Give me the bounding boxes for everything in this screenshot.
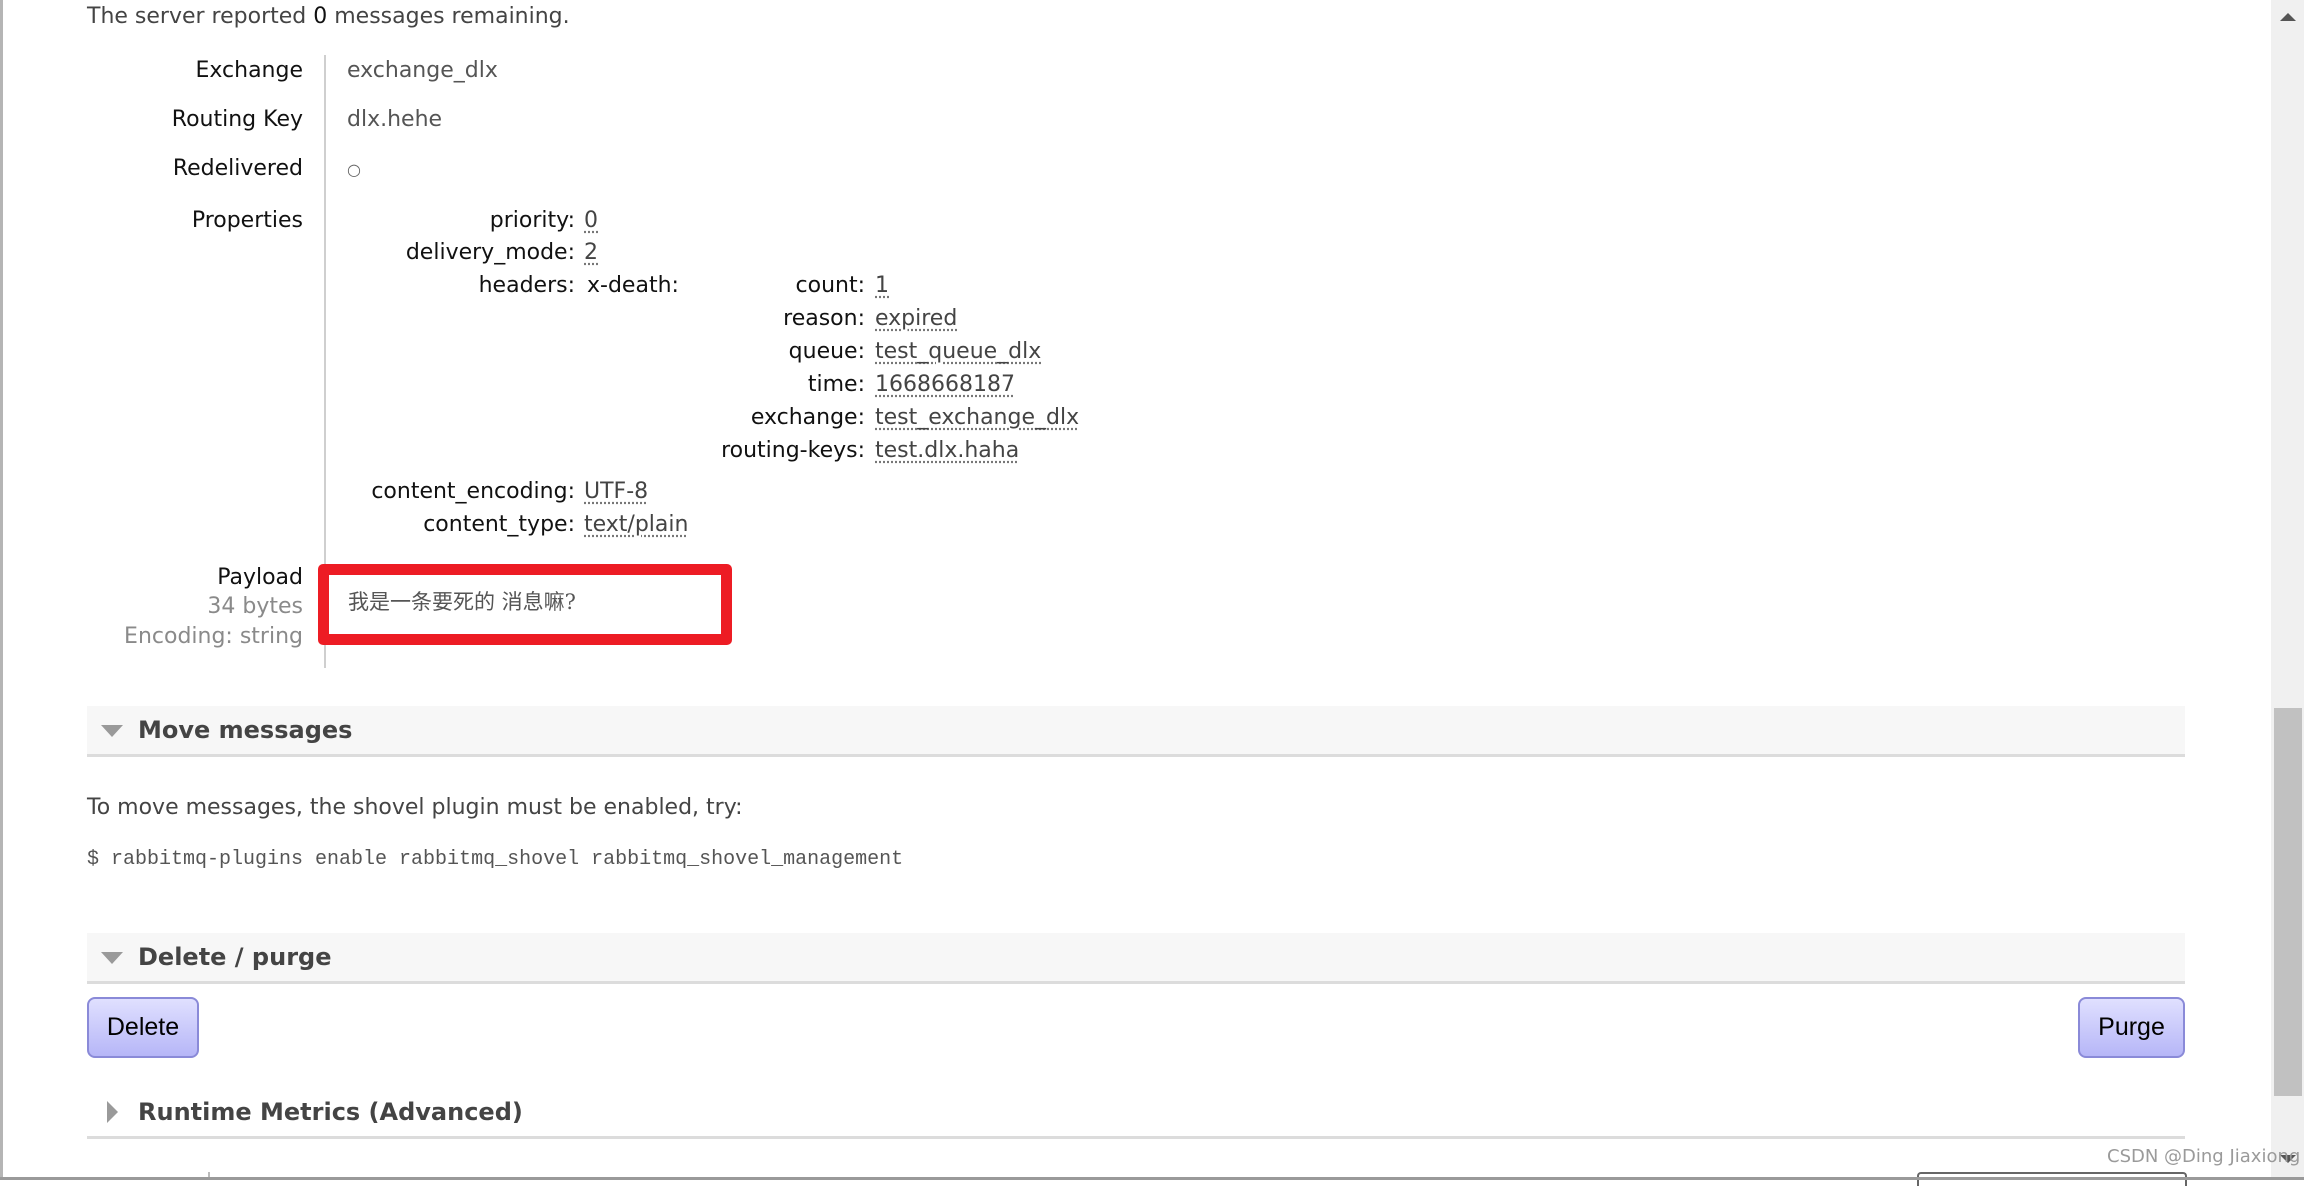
payload-encoding: Encoding: string	[124, 624, 303, 649]
x-death-queue-value: test_queue_dlx	[875, 339, 1042, 364]
x-death-exchange-value: test_exchange_dlx	[875, 405, 1080, 430]
x-death-count-value: 1	[875, 273, 889, 298]
delete-purge-section-header[interactable]: Delete / purge	[87, 933, 2185, 984]
scrollbar-thumb[interactable]	[2274, 708, 2302, 1096]
remaining-count: 0	[313, 4, 328, 29]
payload-label: Payload	[217, 565, 303, 590]
routing-key-label: Routing Key	[171, 107, 303, 132]
collapse-triangle-icon	[101, 725, 123, 737]
move-messages-section-header[interactable]: Move messages	[87, 706, 2185, 757]
content-encoding-value: UTF-8	[584, 479, 649, 504]
expand-triangle-icon	[107, 1101, 118, 1123]
headers-key: headers:	[478, 273, 575, 298]
content-type-value: text/plain	[584, 512, 689, 537]
x-death-reason-key: reason:	[783, 306, 865, 331]
window-left-edge	[0, 0, 3, 1178]
delivery-mode-key: delivery_mode:	[405, 240, 575, 265]
routing-key-value: dlx.hehe	[347, 107, 443, 132]
x-death-time-key: time:	[807, 372, 865, 397]
delivery-mode-value: 2	[584, 240, 598, 265]
runtime-metrics-section-header[interactable]: Runtime Metrics (Advanced)	[87, 1088, 2185, 1139]
x-death-key: x-death:	[587, 273, 679, 298]
x-death-routing-keys-value: test.dlx.haha	[875, 438, 1020, 463]
watermark: CSDN @Ding Jiaxiong	[2107, 1146, 2301, 1167]
exchange-value: exchange_dlx	[347, 58, 498, 83]
x-death-exchange-key: exchange:	[750, 405, 865, 430]
x-death-routing-keys-key: routing-keys:	[721, 438, 865, 463]
move-messages-title: Move messages	[138, 716, 353, 744]
runtime-metrics-title: Runtime Metrics (Advanced)	[138, 1098, 523, 1126]
status-prefix: The server reported	[87, 4, 314, 29]
collapse-triangle-icon	[101, 952, 123, 964]
redelivered-indicator-icon: ○	[347, 160, 361, 179]
x-death-reason-value: expired	[875, 306, 958, 331]
priority-value: 0	[584, 208, 598, 233]
status-suffix: messages remaining.	[327, 4, 570, 29]
shovel-enable-command: $ rabbitmq-plugins enable rabbitmq_shove…	[87, 848, 904, 871]
x-death-queue-key: queue:	[788, 339, 865, 364]
x-death-count-key: count:	[795, 273, 865, 298]
scroll-up-arrow-icon[interactable]	[2280, 13, 2296, 21]
delete-purge-title: Delete / purge	[138, 943, 332, 971]
delete-button[interactable]: Delete	[87, 997, 199, 1058]
shovel-plugin-notice: To move messages, the shovel plugin must…	[87, 795, 743, 820]
payload-size: 34 bytes	[207, 594, 303, 619]
content-encoding-key: content_encoding:	[371, 479, 575, 504]
content-type-key: content_type:	[423, 512, 575, 537]
purge-button[interactable]: Purge	[2078, 997, 2185, 1058]
exchange-label: Exchange	[195, 58, 304, 83]
x-death-time-value: 1668668187	[875, 372, 1015, 397]
payload-text: 我是一条要死的 消息嘛?	[348, 590, 576, 614]
priority-key: priority:	[489, 208, 575, 233]
messages-remaining-status: The server reported 0 messages remaining…	[87, 4, 570, 30]
properties-label: Properties	[191, 208, 303, 233]
redelivered-label: Redelivered	[172, 156, 303, 181]
